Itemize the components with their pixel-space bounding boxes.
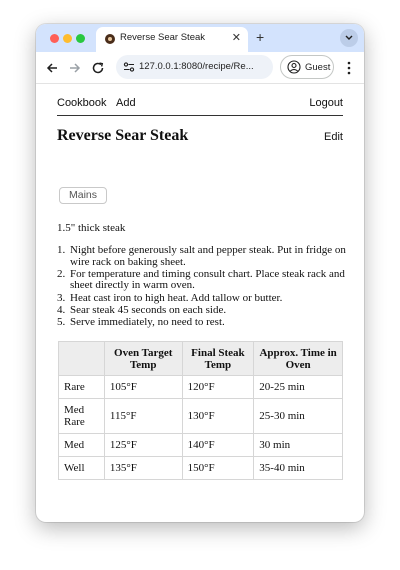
table-cell: 35-40 min <box>253 456 343 480</box>
nav-cookbook-link[interactable]: Cookbook <box>57 97 107 109</box>
browser-tab[interactable]: Reverse Sear Steak ✕ <box>96 27 248 52</box>
step-number: 2. <box>57 267 66 280</box>
table-cell: Med <box>58 433 105 457</box>
table-cell: 30 min <box>253 433 343 457</box>
recipe-steps: 1. Night before generously salt and pepp… <box>57 244 347 329</box>
new-tab-icon[interactable]: + <box>256 29 264 45</box>
step-number: 3. <box>57 291 66 304</box>
url-text: 127.0.0.1:8080/recipe/Re... <box>139 61 254 72</box>
step-number: 5. <box>57 315 66 328</box>
tab-search-chevron-icon[interactable] <box>340 29 358 47</box>
step-item: 1. Night before generously salt and pepp… <box>57 244 347 268</box>
column-header: Oven Target Temp <box>103 341 183 376</box>
close-tab-icon[interactable]: ✕ <box>232 31 241 45</box>
column-header: Final Steak Temp <box>181 341 255 376</box>
nav-add-link[interactable]: Add <box>116 97 136 109</box>
table-row: Well 135°F 150°F 35-40 min <box>58 456 343 480</box>
profile-button[interactable]: Guest <box>280 55 334 79</box>
step-text: Sear steak 45 seconds on each side. <box>70 303 227 316</box>
temperature-chart: Oven Target Temp Final Steak Temp Approx… <box>58 341 343 480</box>
table-cell: 130°F <box>181 398 255 434</box>
column-header <box>58 341 105 376</box>
table-cell: 150°F <box>181 456 255 480</box>
table-cell: 120°F <box>181 375 255 399</box>
table-row: Med Rare 115°F 130°F 25-30 min <box>58 398 343 434</box>
tab-strip: Reverse Sear Steak ✕ + <box>36 24 364 52</box>
table-cell: 115°F <box>103 398 183 434</box>
category-tag[interactable]: Mains <box>59 187 107 204</box>
tab-title: Reverse Sear Steak <box>120 32 206 43</box>
table-row: Med 125°F 140°F 30 min <box>58 433 343 457</box>
table-cell: 105°F <box>103 375 183 399</box>
site-nav: Cookbook Add Logout <box>57 97 343 116</box>
recipe-title: Reverse Sear Steak <box>57 127 189 144</box>
step-number: 1. <box>57 244 66 256</box>
profile-label: Guest <box>305 62 331 73</box>
table-cell: 125°F <box>103 433 183 457</box>
table-row: Rare 105°F 120°F 20-25 min <box>58 375 343 399</box>
more-options-icon[interactable] <box>343 60 355 76</box>
maximize-window-button[interactable] <box>76 34 85 43</box>
minimize-window-button[interactable] <box>63 34 72 43</box>
step-item: 4. Sear steak 45 seconds on each side. <box>57 303 347 317</box>
step-item: 2. For temperature and timing consult ch… <box>57 267 347 292</box>
reload-icon[interactable] <box>90 60 106 76</box>
browser-window: Reverse Sear Steak ✕ + 127.0.0.1:8080/re… <box>36 24 364 522</box>
step-text: For temperature and timing consult chart… <box>70 267 345 292</box>
table-cell: 135°F <box>103 456 183 480</box>
step-item: 5. Serve immediately, no need to rest. <box>57 315 347 329</box>
table-cell: 20-25 min <box>253 375 343 399</box>
edit-link[interactable]: Edit <box>324 131 343 143</box>
back-arrow-icon[interactable] <box>44 60 60 76</box>
recipe-summary: 1.5" thick steak <box>57 222 126 234</box>
table-cell: Well <box>58 456 105 480</box>
address-bar[interactable]: 127.0.0.1:8080/recipe/Re... <box>116 55 273 79</box>
table-header-row: Oven Target Temp Final Steak Temp Approx… <box>58 341 343 376</box>
favicon-icon <box>105 34 115 44</box>
forward-arrow-icon[interactable] <box>67 60 83 76</box>
table-cell: Med Rare <box>58 398 105 434</box>
table-cell: 140°F <box>181 433 255 457</box>
table-cell: Rare <box>58 375 105 399</box>
step-text: Heat cast iron to high heat. Add tallow … <box>70 291 283 304</box>
step-text: Night before generously salt and pepper … <box>70 244 346 268</box>
step-number: 4. <box>57 303 66 316</box>
close-window-button[interactable] <box>50 34 59 43</box>
site-info-icon[interactable] <box>122 60 136 74</box>
nav-logout-link[interactable]: Logout <box>309 97 343 109</box>
page-content: Cookbook Add Logout Reverse Sear Steak E… <box>36 84 364 522</box>
table-cell: 25-30 min <box>253 398 343 434</box>
step-item: 3. Heat cast iron to high heat. Add tall… <box>57 291 347 305</box>
step-text: Serve immediately, no need to rest. <box>70 315 225 328</box>
browser-toolbar: 127.0.0.1:8080/recipe/Re... Guest <box>36 52 364 84</box>
guest-profile-icon <box>287 60 301 74</box>
column-header: Approx. Time in Oven <box>253 341 343 376</box>
